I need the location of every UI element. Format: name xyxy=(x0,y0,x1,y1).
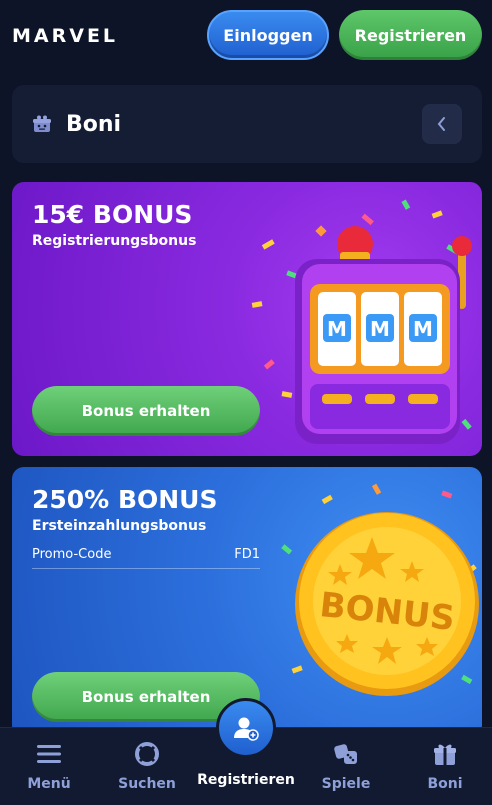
dice-icon xyxy=(334,744,357,764)
promo-code-label: Promo-Code xyxy=(32,547,112,562)
slot-reel-letter: M xyxy=(370,317,390,341)
nav-label: Spiele xyxy=(321,776,371,792)
add-user-icon xyxy=(234,717,259,741)
nav-item-search[interactable]: Suchen xyxy=(98,728,196,805)
bottom-navigation: Menü Suchen Registrieren Spiele Boni xyxy=(0,698,492,805)
top-header: MARVEL Einloggen Registrieren xyxy=(0,0,492,72)
nav-item-bonuses[interactable]: Boni xyxy=(396,728,492,805)
nav-item-register[interactable]: Registrieren xyxy=(197,698,295,805)
brand-logo[interactable]: MARVEL xyxy=(12,25,118,47)
bonus-subtitle: Registrierungsbonus xyxy=(32,233,197,249)
nav-label: Menü xyxy=(27,776,71,792)
lifebuoy-icon xyxy=(135,742,159,766)
section-header: Boni xyxy=(12,85,482,163)
slot-reel-letter: M xyxy=(327,317,347,341)
get-bonus-button[interactable]: Bonus erhalten xyxy=(32,386,260,436)
promo-code-value[interactable]: FD1 xyxy=(234,547,260,568)
gift-icon xyxy=(434,744,456,765)
page-title: Boni xyxy=(66,111,122,137)
auth-buttons: Einloggen Registrieren xyxy=(207,10,482,60)
bonus-card-first-deposit: 250% BONUS Ersteinzahlungsbonus Promo-Co… xyxy=(12,467,482,737)
hamburger-menu-icon xyxy=(37,745,61,763)
bonus-title: 15€ BONUS xyxy=(32,200,193,229)
slot-reel-letter: M xyxy=(413,317,433,341)
nav-item-games[interactable]: Spiele xyxy=(297,728,395,805)
bonus-subtitle: Ersteinzahlungsbonus xyxy=(32,518,207,534)
bonus-card-registration: 15€ BONUS Registrierungsbonus M M M Bonu… xyxy=(12,182,482,456)
promo-code-row: Promo-Code FD1 xyxy=(32,547,260,569)
register-button[interactable]: Registrieren xyxy=(339,10,482,60)
bonus-title: 250% BONUS xyxy=(32,485,218,514)
chevron-left-icon xyxy=(437,117,445,131)
nav-label: Boni xyxy=(427,776,463,792)
nav-item-menu[interactable]: Menü xyxy=(0,728,98,805)
login-button[interactable]: Einloggen xyxy=(207,10,329,60)
back-button[interactable] xyxy=(422,104,462,144)
slot-machine-illustration: M M M xyxy=(295,226,472,444)
gift-box-icon xyxy=(33,115,51,132)
register-fab-button[interactable] xyxy=(216,698,276,758)
nav-label: Registrieren xyxy=(197,772,295,788)
gold-bonus-coin-illustration: BONUS xyxy=(295,512,479,696)
nav-label: Suchen xyxy=(118,776,176,792)
